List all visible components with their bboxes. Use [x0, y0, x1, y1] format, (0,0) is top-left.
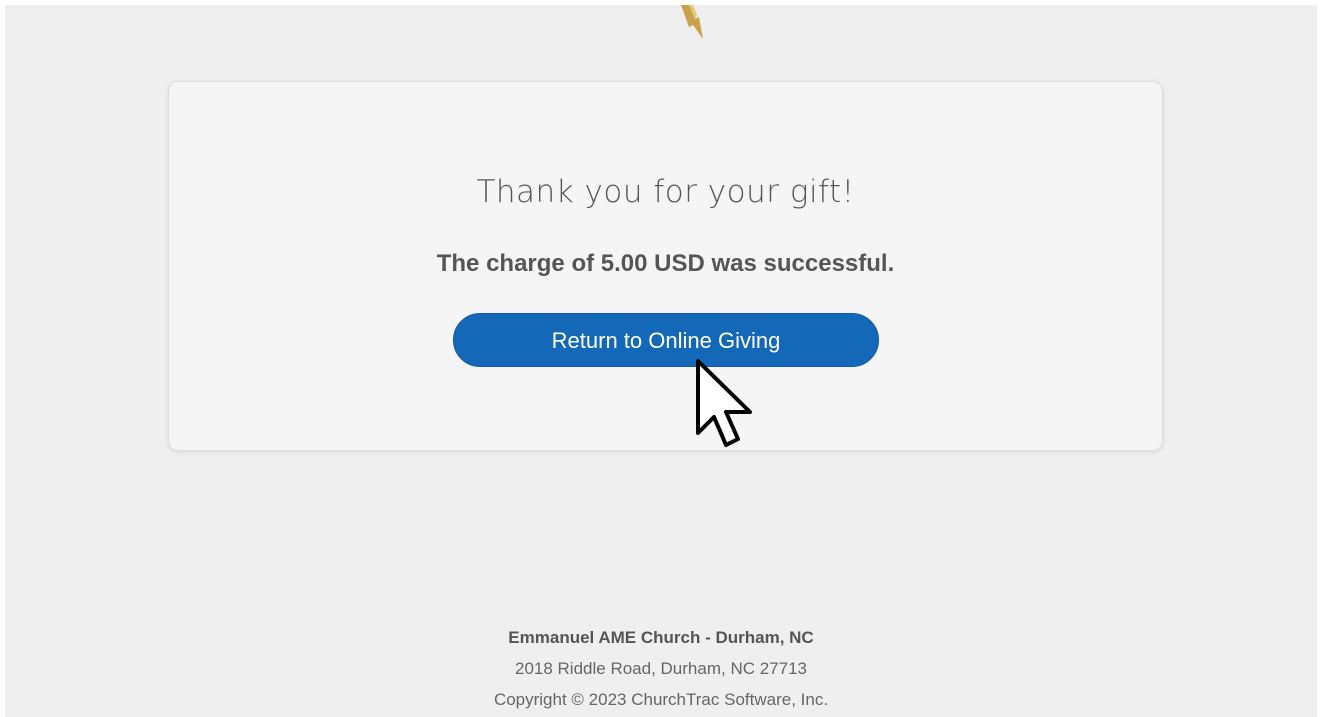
charge-success-message: The charge of 5.00 USD was successful.	[436, 250, 895, 277]
return-to-online-giving-button[interactable]: Return to Online Giving	[453, 313, 879, 367]
footer-address: 2018 Riddle Road, Durham, NC 27713	[514, 659, 807, 678]
footer-copyright: Copyright © 2023 ChurchTrac Software, In…	[493, 690, 829, 709]
thank-you-heading: Thank you for your gift!	[476, 174, 855, 210]
footer-organization-name: Emmanuel AME Church - Durham, NC	[508, 628, 814, 647]
church-logo-fragment-icon	[681, 5, 703, 39]
footer: Emmanuel AME Church - Durham, NC 2018 Ri…	[5, 622, 1317, 715]
confirmation-card: Thank you for your gift! The charge of 5…	[168, 81, 1163, 451]
page-background: Thank you for your gift! The charge of 5…	[5, 5, 1317, 717]
